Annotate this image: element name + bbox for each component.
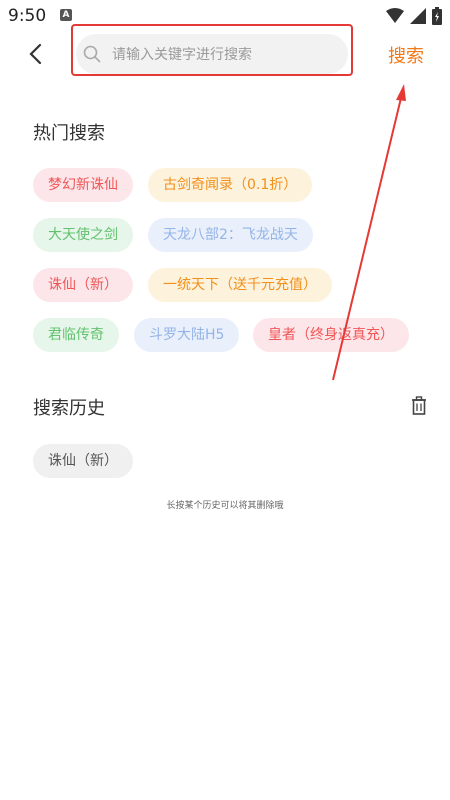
hot-tag[interactable]: 君临传奇 xyxy=(33,318,119,352)
status-time: 9:50 xyxy=(8,6,47,26)
hot-tag[interactable]: 诛仙（新） xyxy=(33,268,133,302)
history-item[interactable]: 诛仙（新） xyxy=(33,444,133,478)
history-title: 搜索历史 xyxy=(33,398,105,419)
hot-tag[interactable]: 一统天下（送千元充值） xyxy=(148,268,332,302)
hot-tag[interactable]: 梦幻新诛仙 xyxy=(33,168,133,202)
signal-icon xyxy=(410,8,426,24)
battery-icon xyxy=(432,7,442,25)
hot-tag[interactable]: 天龙八部2：飞龙战天 xyxy=(148,218,313,252)
hot-search-title: 热门搜索 xyxy=(33,123,105,144)
hot-tag[interactable]: 大天使之剑 xyxy=(33,218,133,252)
hot-tag[interactable]: 皇者（终身返真充） xyxy=(253,318,409,352)
wifi-icon xyxy=(386,8,404,23)
status-icons xyxy=(386,6,442,26)
search-highlight-box xyxy=(71,24,353,76)
history-hint: 长按某个历史可以将其删除哦 xyxy=(166,501,284,511)
hot-tag[interactable]: 古剑奇闻录（0.1折） xyxy=(148,168,313,202)
trash-icon[interactable] xyxy=(410,396,428,416)
chevron-left-icon xyxy=(29,43,42,65)
hot-tag[interactable]: 斗罗大陆H5 xyxy=(134,318,240,352)
search-button[interactable]: 搜索 xyxy=(388,42,424,68)
notification-icon: A xyxy=(60,9,72,21)
back-button[interactable] xyxy=(24,40,48,68)
